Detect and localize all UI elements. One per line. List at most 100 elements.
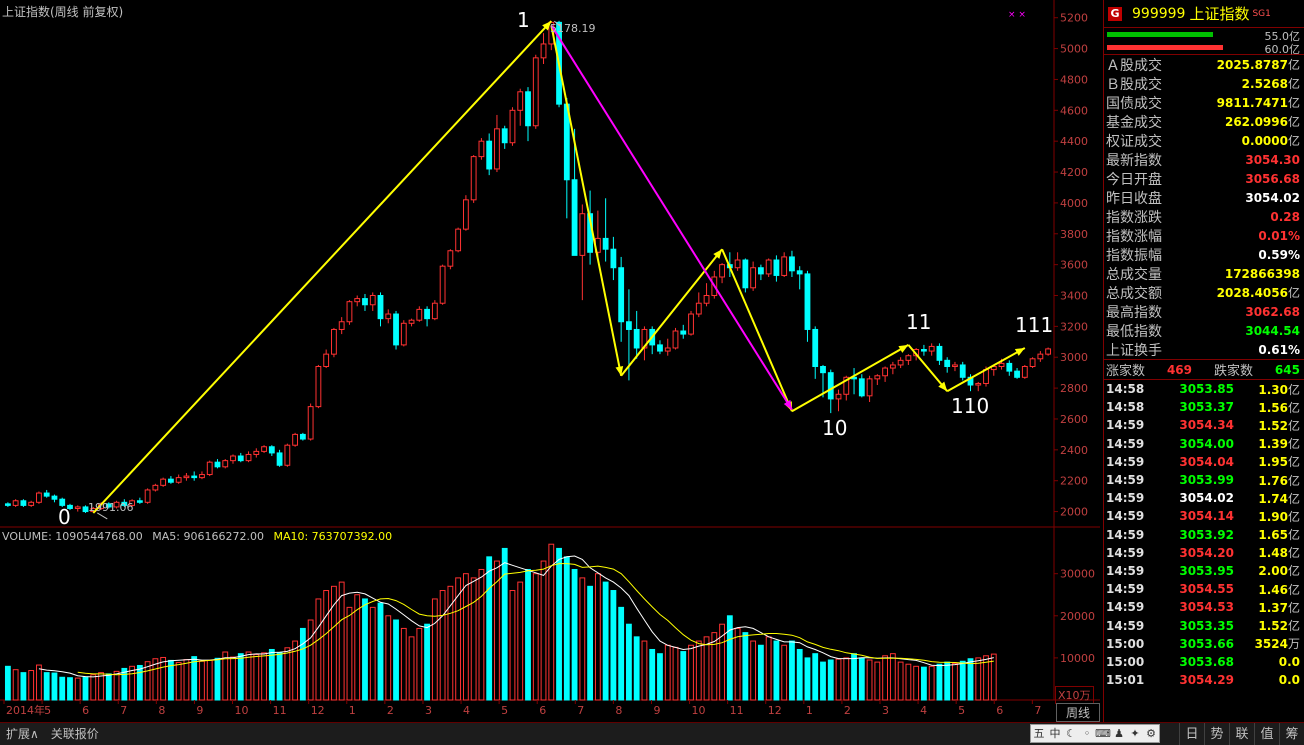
volume-bar <box>913 665 920 701</box>
advance-decline-row: 涨家数 469 跌家数 645 <box>1104 360 1304 380</box>
candle-body <box>804 273 811 330</box>
volume-bar <box>664 644 671 701</box>
volume-bar <box>835 658 842 701</box>
volume-bar <box>369 606 376 701</box>
volume-bar <box>804 657 811 701</box>
tick-time: 14:59 <box>1106 563 1145 578</box>
candle-body <box>757 267 764 275</box>
volume-bar <box>268 648 275 701</box>
stat-value: 3054.30 <box>1245 152 1300 167</box>
candle-body <box>742 259 749 289</box>
tick-volume: 1.37亿 <box>1258 600 1300 615</box>
candle-body <box>253 450 260 455</box>
volume-bar <box>307 619 314 701</box>
volume-bar <box>936 663 943 701</box>
tick-time: 14:59 <box>1106 527 1145 542</box>
volume-bar <box>315 598 322 701</box>
candle-body <box>307 406 314 440</box>
volume-bar <box>556 547 562 701</box>
volume-bar <box>323 590 330 701</box>
volume-bar <box>121 667 128 701</box>
close-markers-icon[interactable]: × × <box>1008 10 1026 20</box>
volume-header: VOLUME: 1090544768.00 MA5: 906166272.00 … <box>2 530 398 543</box>
month-label: 3 <box>882 704 889 717</box>
volume-bar <box>284 647 291 701</box>
wave-label-111: 111 <box>1015 313 1054 337</box>
tick-volume: 1.74亿 <box>1258 491 1300 506</box>
candle-body <box>199 474 205 479</box>
right-tab[interactable]: 日 <box>1179 723 1204 745</box>
ime-button[interactable]: ☾ <box>1063 725 1079 742</box>
candle-body <box>983 369 989 384</box>
volume-bar <box>113 670 120 701</box>
candle-body <box>144 489 151 503</box>
volume-bar <box>462 573 469 701</box>
stat-row: 最高指数 3062.68 <box>1104 302 1304 321</box>
ime-button[interactable]: 中 <box>1047 725 1063 742</box>
tick-price: 3053.37 <box>1179 400 1234 415</box>
month-label: 5 <box>44 704 51 717</box>
tick-time: 14:59 <box>1106 473 1145 488</box>
right-tab[interactable]: 筹 <box>1279 723 1304 745</box>
ime-toolbar[interactable]: 五中 ☾ ◦ ⌨ ♟ ✦ ⚙ <box>1030 724 1160 743</box>
candle-body <box>136 500 143 503</box>
tick-unit: 亿 <box>1287 600 1300 615</box>
candle-body <box>781 256 788 276</box>
right-tab[interactable]: 势 <box>1204 723 1229 745</box>
tick-row: 14:59 3054.02 1.74亿 <box>1104 489 1304 507</box>
tick-volume: 0.0 <box>1278 673 1300 688</box>
month-label: 12 <box>311 704 325 717</box>
volume-axis-label: 20000 <box>1060 610 1095 623</box>
stat-row: 最低指数 3044.54 <box>1104 321 1304 340</box>
volume-bar <box>765 636 772 701</box>
candle-body <box>1006 362 1013 372</box>
right-tab[interactable]: 联 <box>1229 723 1254 745</box>
candle-body <box>921 349 927 352</box>
turnover-bars: 55.0亿 60.0亿 <box>1104 28 1304 56</box>
candle-body <box>152 484 159 491</box>
month-label: 7 <box>577 704 584 717</box>
kline-svg[interactable]: 5200 5000 4800 4600 4400 4200 4000 3800 3600 3400… <box>0 0 1100 722</box>
volume-bar <box>796 648 803 701</box>
tick-time: 14:59 <box>1106 436 1145 451</box>
stat-label: 总成交额 <box>1106 285 1162 302</box>
volume-bar <box>439 590 446 701</box>
candle-body <box>532 57 539 127</box>
volume-bar <box>563 556 570 701</box>
volume-bar <box>517 581 524 701</box>
volume-bar <box>672 646 679 701</box>
tick-unit: 亿 <box>1287 418 1300 433</box>
tick-row: 14:59 3054.55 1.46亿 <box>1104 580 1304 598</box>
tick-unit: 亿 <box>1287 509 1300 524</box>
candle-body <box>509 109 516 144</box>
stat-value: 3044.54 <box>1245 323 1300 338</box>
volume-bar <box>532 573 539 701</box>
kline-chart-area[interactable]: 5200 5000 4800 4600 4400 4200 4000 3800 3600 3400… <box>0 0 1100 722</box>
volume-bar <box>20 672 27 701</box>
candle-body <box>602 237 609 250</box>
volume-bar <box>866 659 873 701</box>
related-quotes-button[interactable]: 关联报价 <box>45 723 105 745</box>
volume-bar <box>393 619 399 701</box>
volume-bar <box>975 657 982 701</box>
ime-button[interactable]: ⌨ <box>1095 725 1111 742</box>
right-tab[interactable]: 值 <box>1254 723 1279 745</box>
price-axis-label: 2800 <box>1060 382 1088 395</box>
expand-button[interactable]: 扩展∧ <box>0 723 45 745</box>
tick-list[interactable]: 14:58 3053.85 1.30亿 14:58 3053.37 1.56亿 14:59 3… <box>1104 380 1304 689</box>
volume-bar <box>136 664 143 701</box>
wave-label-110: 110 <box>951 394 990 418</box>
ime-button[interactable]: 五 <box>1031 725 1047 742</box>
ime-button[interactable]: ♟ <box>1111 725 1127 742</box>
tick-unit: 万 <box>1287 637 1300 652</box>
candle-body <box>789 256 795 272</box>
stat-label: 国债成交 <box>1106 95 1162 112</box>
stat-unit: 亿 <box>1287 115 1300 129</box>
ime-button[interactable]: ◦ <box>1079 725 1095 742</box>
stat-value: 2025.8787亿 <box>1216 58 1300 72</box>
candle-body <box>889 364 896 369</box>
tick-price: 3053.68 <box>1179 654 1234 669</box>
weekly-period-tab[interactable]: 周线 <box>1056 703 1100 722</box>
ime-button[interactable]: ✦ <box>1127 725 1143 742</box>
ime-button[interactable]: ⚙ <box>1143 725 1159 742</box>
